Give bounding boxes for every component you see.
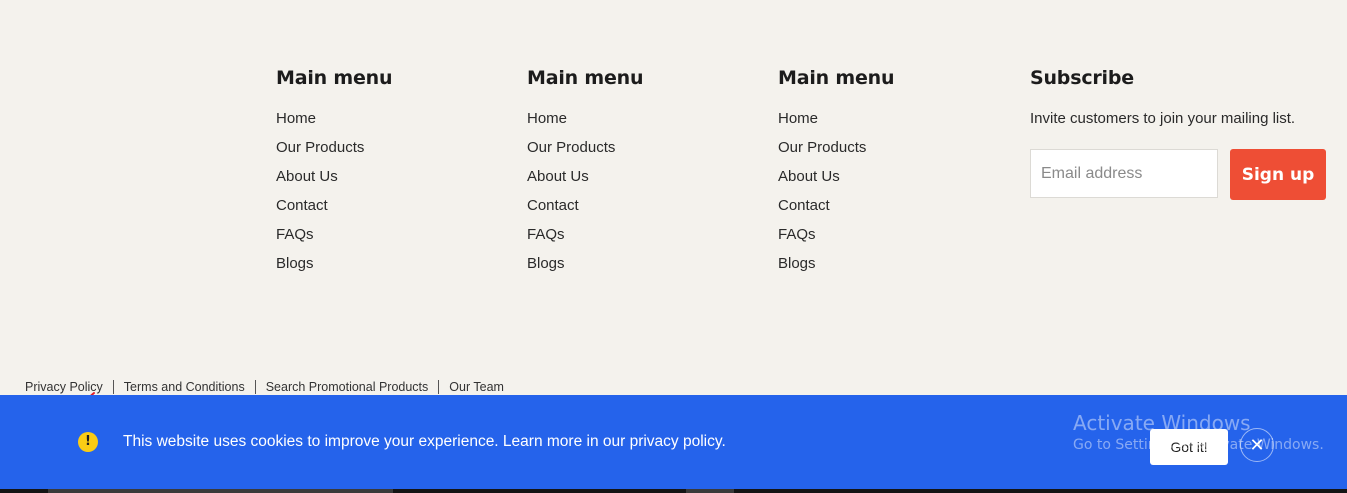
close-icon[interactable]: ✕ [1240,428,1274,462]
menu-title: Main menu [778,67,895,89]
menu-item-blogs[interactable]: Blogs [276,249,392,278]
menu-item-home[interactable]: Home [527,104,643,133]
menu-title: Main menu [527,67,644,89]
menu-list: Home Our Products About Us Contact FAQs … [778,104,894,278]
menu-title: Main menu [276,67,393,89]
subscribe-description: Invite customers to join your mailing li… [1030,110,1296,127]
cookie-banner: ! This website uses cookies to improve y… [0,395,1347,489]
accept-cookies-button[interactable]: Got it! [1150,429,1228,465]
link-divider [254,380,256,394]
sign-up-button[interactable]: Sign up [1230,149,1326,200]
menu-item-contact[interactable]: Contact [778,191,894,220]
menu-item-blogs[interactable]: Blogs [778,249,894,278]
our-team-link[interactable]: Our Team [449,380,504,394]
cookie-message: This website uses cookies to improve you… [123,433,726,450]
menu-item-home[interactable]: Home [778,104,894,133]
terms-link[interactable]: Terms and Conditions [124,380,245,394]
menu-item-about-us[interactable]: About Us [778,162,894,191]
taskbar-strip [0,489,1347,493]
menu-item-our-products[interactable]: Our Products [527,133,643,162]
menu-item-contact[interactable]: Contact [276,191,392,220]
menu-list: Home Our Products About Us Contact FAQs … [276,104,392,278]
menu-list: Home Our Products About Us Contact FAQs … [527,104,643,278]
link-divider [112,380,114,394]
menu-item-our-products[interactable]: Our Products [778,133,894,162]
menu-item-blogs[interactable]: Blogs [527,249,643,278]
subscribe-title: Subscribe [1030,67,1134,89]
taskbar-segment [48,489,393,493]
menu-item-about-us[interactable]: About Us [527,162,643,191]
menu-item-faqs[interactable]: FAQs [527,220,643,249]
menu-item-faqs[interactable]: FAQs [778,220,894,249]
warning-icon: ! [78,432,98,452]
menu-item-faqs[interactable]: FAQs [276,220,392,249]
link-divider [438,380,440,394]
menu-item-home[interactable]: Home [276,104,392,133]
menu-item-contact[interactable]: Contact [527,191,643,220]
search-promotional-products-link[interactable]: Search Promotional Products [266,380,429,394]
menu-item-about-us[interactable]: About Us [276,162,392,191]
email-input[interactable] [1030,149,1218,198]
footer-menu-column-2: Main menu Home Our Products About Us Con… [527,66,644,278]
menu-item-our-products[interactable]: Our Products [276,133,392,162]
subscribe-section: Subscribe Invite customers to join your … [1030,66,1330,206]
footer-menu-column-1: Main menu Home Our Products About Us Con… [276,66,393,278]
taskbar-segment [686,489,734,493]
footer-menu-column-3: Main menu Home Our Products About Us Con… [778,66,895,278]
